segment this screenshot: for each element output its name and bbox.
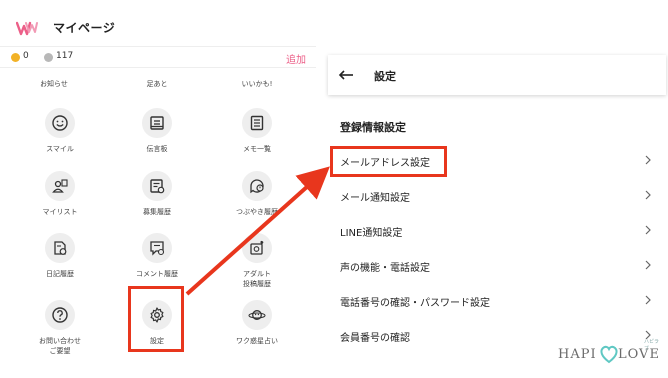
silver-coin-icon bbox=[44, 53, 53, 62]
menu-item-label: コメント履歴 bbox=[136, 270, 178, 278]
menu-item-label: メモ一覧 bbox=[243, 145, 271, 153]
heart-icon bbox=[600, 345, 618, 364]
brand-ruby: ハピラブ bbox=[644, 339, 660, 352]
settings-title: 設定 bbox=[374, 70, 396, 83]
silver-coin-count: 117 bbox=[56, 51, 74, 61]
menu-item-planet-fortune[interactable]: ワク惑星占い bbox=[207, 300, 307, 346]
menu-item-label: つぶやき履歴 bbox=[236, 208, 278, 216]
mylist-icon bbox=[45, 171, 75, 201]
menu-item-footprints[interactable]: 足あと bbox=[107, 79, 207, 89]
settings-row-email-notification[interactable]: メール通知設定 bbox=[328, 178, 666, 213]
chevron-right-icon bbox=[645, 260, 651, 270]
chevron-right-icon bbox=[645, 225, 651, 235]
settings-topbar: 設定 bbox=[328, 55, 666, 95]
mypage-panel: マイページ 0 117 追加 お知らせ 足あと いいかも! スマイル 伝言板 メ… bbox=[0, 0, 316, 378]
menu-item-label: お問い合わせ ご要望 bbox=[39, 337, 81, 355]
menu-item-notices[interactable]: お知らせ bbox=[4, 79, 104, 89]
diary-icon bbox=[45, 233, 75, 263]
menu-item-smile[interactable]: スマイル bbox=[10, 108, 110, 154]
menu-item-label: 募集履歴 bbox=[143, 208, 171, 216]
recruit-icon bbox=[142, 171, 172, 201]
menu-item-label: アダルト 投稿履歴 bbox=[243, 270, 271, 288]
menu-item-mylist[interactable]: マイリスト bbox=[10, 171, 110, 217]
back-arrow-icon[interactable] bbox=[338, 67, 354, 83]
menu-item-label: マイリスト bbox=[42, 208, 78, 216]
add-points-link[interactable]: 追加 bbox=[286, 51, 306, 66]
row-label: 会員番号の確認 bbox=[340, 333, 410, 344]
tweet-history-icon bbox=[242, 171, 272, 201]
menu-item-inquiry[interactable]: お問い合わせ ご要望 bbox=[10, 300, 110, 356]
app-logo-icon bbox=[16, 21, 38, 36]
gold-coin-count: 0 bbox=[23, 51, 29, 61]
menu-item-comment-history[interactable]: コメント履歴 bbox=[107, 233, 207, 279]
menu-item-recruit-history[interactable]: 募集履歴 bbox=[107, 171, 207, 217]
menu-item-label: スマイル bbox=[46, 145, 74, 153]
menu-item-label: ワク惑星占い bbox=[236, 337, 278, 345]
brand-logo: HAPI LOVE ハピラブ bbox=[558, 339, 662, 368]
menu-item-likes[interactable]: いいかも! bbox=[207, 79, 307, 89]
planet-icon bbox=[242, 300, 272, 330]
memo-icon bbox=[242, 108, 272, 138]
settings-highlight-box bbox=[128, 286, 184, 352]
help-icon bbox=[45, 300, 75, 330]
menu-item-label: 日記履歴 bbox=[46, 270, 74, 278]
settings-row-phone-password[interactable]: 電話番号の確認・パスワード設定 bbox=[328, 283, 666, 318]
chevron-right-icon bbox=[645, 155, 651, 165]
settings-panel: 設定 登録情報設定 メールアドレス設定 メール通知設定 LINE通知設定 声の機… bbox=[328, 55, 668, 378]
page-title: マイページ bbox=[53, 21, 116, 35]
comment-icon bbox=[142, 233, 172, 263]
settings-row-voice-phone[interactable]: 声の機能・電話設定 bbox=[328, 248, 666, 283]
brand-text-left: HAPI bbox=[558, 347, 597, 362]
row-label: LINE通知設定 bbox=[340, 228, 403, 239]
smile-icon bbox=[45, 108, 75, 138]
adult-post-icon bbox=[242, 233, 272, 263]
section-title: 登録情報設定 bbox=[340, 121, 406, 134]
menu-item-adult-post-history[interactable]: アダルト 投稿履歴 bbox=[207, 233, 307, 289]
mypage-header: マイページ bbox=[0, 0, 316, 46]
menu-item-diary-history[interactable]: 日記履歴 bbox=[10, 233, 110, 279]
settings-row-line-notification[interactable]: LINE通知設定 bbox=[328, 213, 666, 248]
row-label: 声の機能・電話設定 bbox=[340, 263, 430, 274]
menu-item-label: 伝言板 bbox=[146, 145, 168, 153]
board-icon bbox=[142, 108, 172, 138]
menu-item-memo[interactable]: メモ一覧 bbox=[207, 108, 307, 154]
menu-item-tweet-history[interactable]: つぶやき履歴 bbox=[207, 171, 307, 217]
row-label: メール通知設定 bbox=[340, 193, 410, 204]
chevron-right-icon bbox=[645, 190, 651, 200]
gold-coin-icon bbox=[11, 53, 20, 62]
email-row-highlight-box bbox=[330, 146, 447, 177]
menu-item-board[interactable]: 伝言板 bbox=[107, 108, 207, 154]
points-bar: 0 117 追加 bbox=[0, 46, 316, 68]
row-label: 電話番号の確認・パスワード設定 bbox=[340, 298, 490, 309]
chevron-right-icon bbox=[645, 295, 651, 305]
